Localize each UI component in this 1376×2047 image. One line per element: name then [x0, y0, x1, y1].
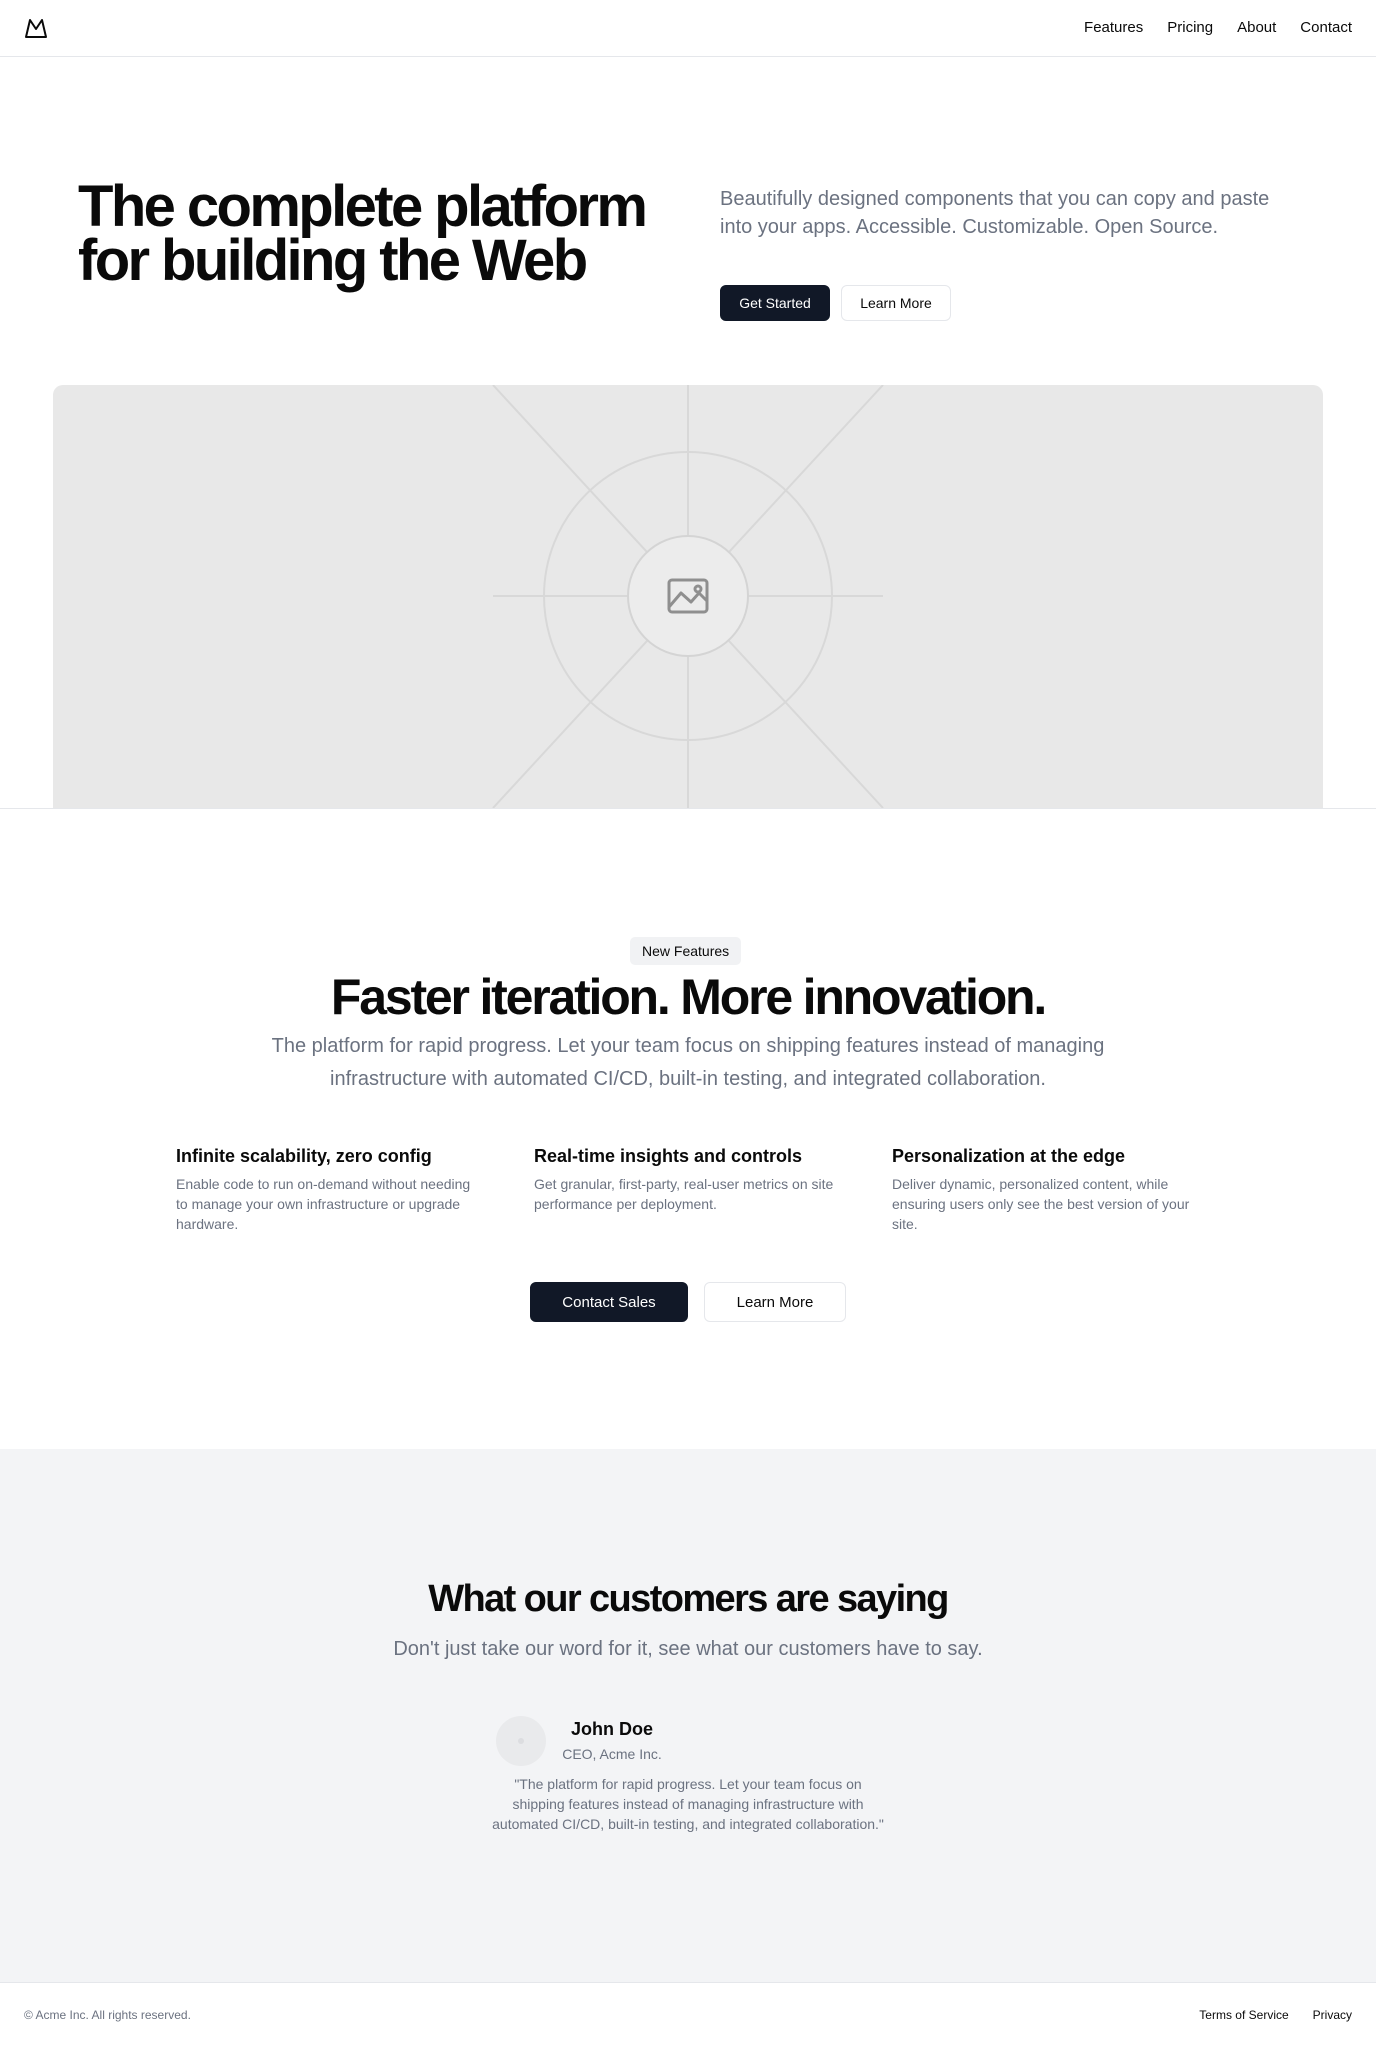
feature-title: Real-time insights and controls: [534, 1146, 803, 1166]
testimonials-title: What our customers are saying: [428, 1578, 949, 1620]
copyright-text: © Acme Inc. All rights reserved.: [24, 2008, 191, 2022]
nav-link-contact[interactable]: Contact: [1300, 19, 1352, 37]
feature-columns: Infinite scalability, zero config Enable…: [176, 1143, 1200, 1234]
hero-subtitle: Beautifully designed components that you…: [720, 188, 1270, 238]
feature-item: Real-time insights and controls Get gran…: [534, 1143, 840, 1234]
hero-learn-more-button[interactable]: Learn More: [841, 285, 951, 321]
site-footer: © Acme Inc. All rights reserved. Terms o…: [0, 1982, 1376, 2047]
nav-link-about[interactable]: About: [1237, 19, 1276, 37]
testimonials-section: What our customers are saying Don't just…: [0, 1449, 1376, 1982]
feature-text: Deliver dynamic, personalized content, w…: [892, 1176, 1190, 1232]
testimonials-subtitle: Don't just take our word for it, see wha…: [393, 1638, 983, 1660]
feature-text: Enable code to run on-demand without nee…: [176, 1176, 471, 1232]
avatar-dot: [518, 1738, 524, 1744]
terms-link[interactable]: Terms of Service: [1199, 2007, 1288, 2023]
features-subtitle: The platform for rapid progress. Let you…: [271, 1035, 1105, 1090]
testimonial-quote: "The platform for rapid progress. Let yo…: [492, 1776, 884, 1832]
features-actions: Contact Sales Learn More: [530, 1282, 846, 1322]
testimonial-name: John Doe: [570, 1719, 653, 1739]
mountain-icon[interactable]: [24, 17, 48, 39]
nav-link-pricing[interactable]: Pricing: [1167, 19, 1213, 37]
feature-title: Infinite scalability, zero config: [176, 1146, 432, 1166]
privacy-link[interactable]: Privacy: [1313, 2007, 1352, 2023]
contact-sales-button[interactable]: Contact Sales: [530, 1282, 688, 1322]
get-started-button[interactable]: Get Started: [720, 285, 830, 321]
testimonial-role: CEO, Acme Inc.: [562, 1746, 662, 1762]
hero-title: The complete platform for building the W…: [78, 178, 678, 290]
feature-text: Get granular, first-party, real-user met…: [534, 1176, 834, 1212]
hero-actions: Get Started Learn More: [720, 285, 951, 321]
main-nav: Features Pricing About Contact: [1084, 19, 1352, 37]
feature-item: Infinite scalability, zero config Enable…: [176, 1143, 482, 1234]
new-features-badge: New Features: [630, 937, 742, 965]
site-header: Features Pricing About Contact: [0, 0, 1376, 57]
section-divider: [0, 808, 1376, 809]
features-learn-more-button[interactable]: Learn More: [704, 1282, 846, 1322]
placeholder-graphic: [492, 385, 884, 808]
footer-links: Terms of Service Privacy: [1199, 2007, 1352, 2023]
features-title: Faster iteration. More innovation.: [330, 969, 1047, 1025]
feature-item: Personalization at the edge Deliver dyna…: [892, 1143, 1198, 1234]
feature-title: Personalization at the edge: [892, 1146, 1126, 1166]
hero-image-placeholder: [53, 385, 1323, 808]
avatar: [496, 1716, 546, 1766]
hero-title-line2: for building the Web: [78, 228, 588, 293]
nav-link-features[interactable]: Features: [1084, 19, 1143, 37]
